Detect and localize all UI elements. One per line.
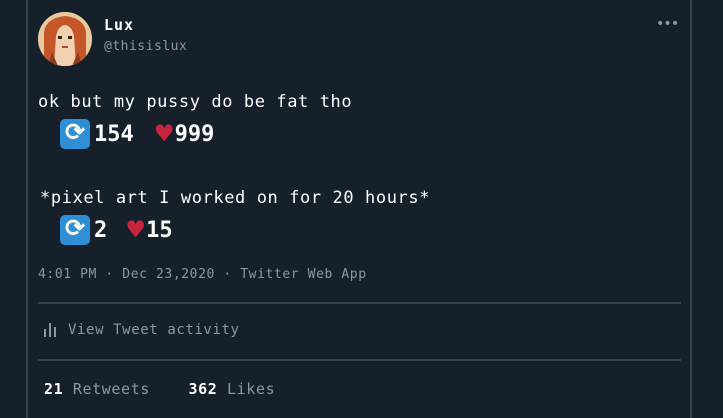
caption-text: *pixel art I worked on for 20 hours* bbox=[40, 188, 431, 208]
tweet-meta[interactable]: 4:01 PM · Dec 23,2020 · Twitter Web App bbox=[38, 267, 367, 282]
avatar[interactable] bbox=[38, 12, 92, 66]
tweet-like-count: 999 bbox=[174, 121, 215, 147]
bar-chart-icon bbox=[44, 323, 56, 337]
view-activity-link[interactable]: View Tweet activity bbox=[44, 322, 240, 338]
retweets-count: 21 bbox=[44, 380, 64, 398]
heart-icon: ♥ bbox=[127, 213, 145, 246]
engagement-counts: 21 Retweets 362 Likes bbox=[44, 380, 275, 398]
view-activity-label: View Tweet activity bbox=[68, 322, 240, 338]
retweets-link[interactable]: 21 Retweets bbox=[44, 380, 160, 398]
divider bbox=[38, 302, 681, 304]
avatar-image bbox=[38, 12, 92, 66]
caption-retweet-count: 2 bbox=[94, 217, 108, 243]
retweets-label: Retweets bbox=[72, 380, 150, 398]
caption-stats: ⟳ 2 ♥ 15 bbox=[60, 213, 173, 246]
tweet-retweet-count: 154 bbox=[94, 121, 134, 147]
retweet-icon: ⟳ bbox=[60, 118, 90, 149]
divider bbox=[38, 359, 681, 361]
more-icon[interactable]: ••• bbox=[656, 16, 679, 32]
heart-icon: ♥ bbox=[155, 117, 173, 150]
likes-link[interactable]: 362 Likes bbox=[189, 380, 276, 398]
retweet-icon: ⟳ bbox=[60, 214, 90, 245]
tweet-stats: ⟳ 154 ♥ 999 bbox=[60, 117, 215, 150]
tweet-card bbox=[26, 0, 692, 418]
caption-like-count: 15 bbox=[146, 217, 173, 243]
author-name[interactable]: Lux bbox=[104, 16, 134, 34]
likes-count: 362 bbox=[188, 380, 218, 398]
likes-label: Likes bbox=[227, 380, 276, 398]
tweet-text: ok but my pussy do be fat tho bbox=[38, 92, 353, 112]
author-handle[interactable]: @thisislux bbox=[104, 39, 187, 54]
